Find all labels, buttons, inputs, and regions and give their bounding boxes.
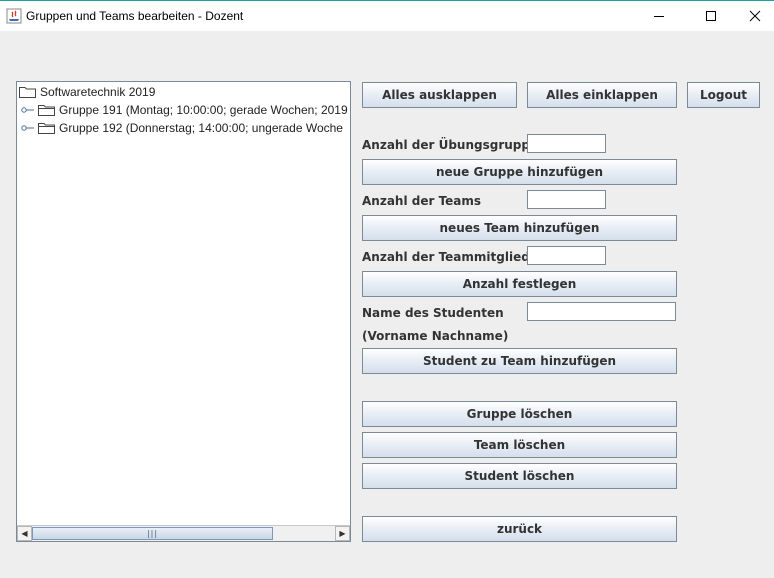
folder-icon (38, 123, 55, 134)
members-count-label: Anzahl der Teammitglieder (362, 250, 544, 264)
student-name-input[interactable] (527, 302, 676, 321)
groups-count-input[interactable] (527, 134, 606, 153)
add-team-button[interactable]: neues Team hinzufügen (362, 215, 677, 241)
triangle-right-icon: ▶ (339, 529, 346, 538)
set-count-button[interactable]: Anzahl festlegen (362, 271, 677, 297)
tree-root-node[interactable]: Softwaretechnik 2019 (19, 83, 155, 101)
scroll-right-button[interactable]: ▶ (335, 526, 350, 541)
tree-node-label: Gruppe 191 (Montag; 10:00:00; gerade Woc… (59, 103, 348, 117)
close-button[interactable] (732, 1, 774, 31)
add-group-button[interactable]: neue Gruppe hinzufügen (362, 159, 677, 185)
groups-count-label: Anzahl der Übungsgruppen (362, 138, 547, 152)
folder-icon (19, 87, 36, 98)
tree-root-label: Softwaretechnik 2019 (40, 85, 156, 99)
add-student-to-team-button[interactable]: Student zu Team hinzufügen (362, 348, 677, 374)
back-button[interactable]: zurück (362, 516, 677, 542)
expand-all-button[interactable]: Alles ausklappen (362, 82, 517, 108)
expand-handle-icon[interactable] (21, 123, 35, 133)
scroll-thumb[interactable]: ||| (32, 527, 273, 540)
tree-node-group-191[interactable]: Gruppe 191 (Montag; 10:00:00; gerade Woc… (21, 101, 348, 119)
window-title-bar[interactable]: Gruppen und Teams bearbeiten - Dozent (0, 0, 774, 31)
logout-button[interactable]: Logout (687, 82, 760, 108)
java-app-icon (6, 8, 22, 24)
student-name-label: Name des Studenten (362, 306, 504, 320)
maximize-button[interactable] (688, 1, 734, 31)
group-tree[interactable]: Softwaretechnik 2019 Gruppe 191 (Montag;… (16, 81, 351, 542)
maximize-icon (706, 11, 716, 21)
delete-group-button[interactable]: Gruppe löschen (362, 401, 677, 427)
collapse-all-button[interactable]: Alles einklappen (527, 82, 677, 108)
minimize-icon (654, 16, 664, 17)
grip-icon: ||| (146, 529, 159, 538)
close-icon (749, 10, 761, 22)
delete-student-button[interactable]: Student löschen (362, 463, 677, 489)
minimize-button[interactable] (636, 1, 682, 31)
teams-count-label: Anzahl der Teams (362, 194, 482, 208)
triangle-left-icon: ◀ (21, 529, 28, 538)
members-count-input[interactable] (527, 246, 606, 265)
delete-team-button[interactable]: Team löschen (362, 432, 677, 458)
folder-icon (38, 105, 55, 116)
teams-count-input[interactable] (527, 190, 606, 209)
horizontal-scrollbar[interactable]: ◀ ||| ▶ (17, 525, 350, 541)
expand-handle-icon[interactable] (21, 105, 35, 115)
tree-node-label: Gruppe 192 (Donnerstag; 14:00:00; ungera… (59, 121, 343, 135)
window-title: Gruppen und Teams bearbeiten - Dozent (26, 9, 244, 23)
student-name-hint: (Vorname Nachname) (362, 329, 509, 343)
scroll-left-button[interactable]: ◀ (17, 526, 32, 541)
tree-node-group-192[interactable]: Gruppe 192 (Donnerstag; 14:00:00; ungera… (21, 119, 343, 137)
